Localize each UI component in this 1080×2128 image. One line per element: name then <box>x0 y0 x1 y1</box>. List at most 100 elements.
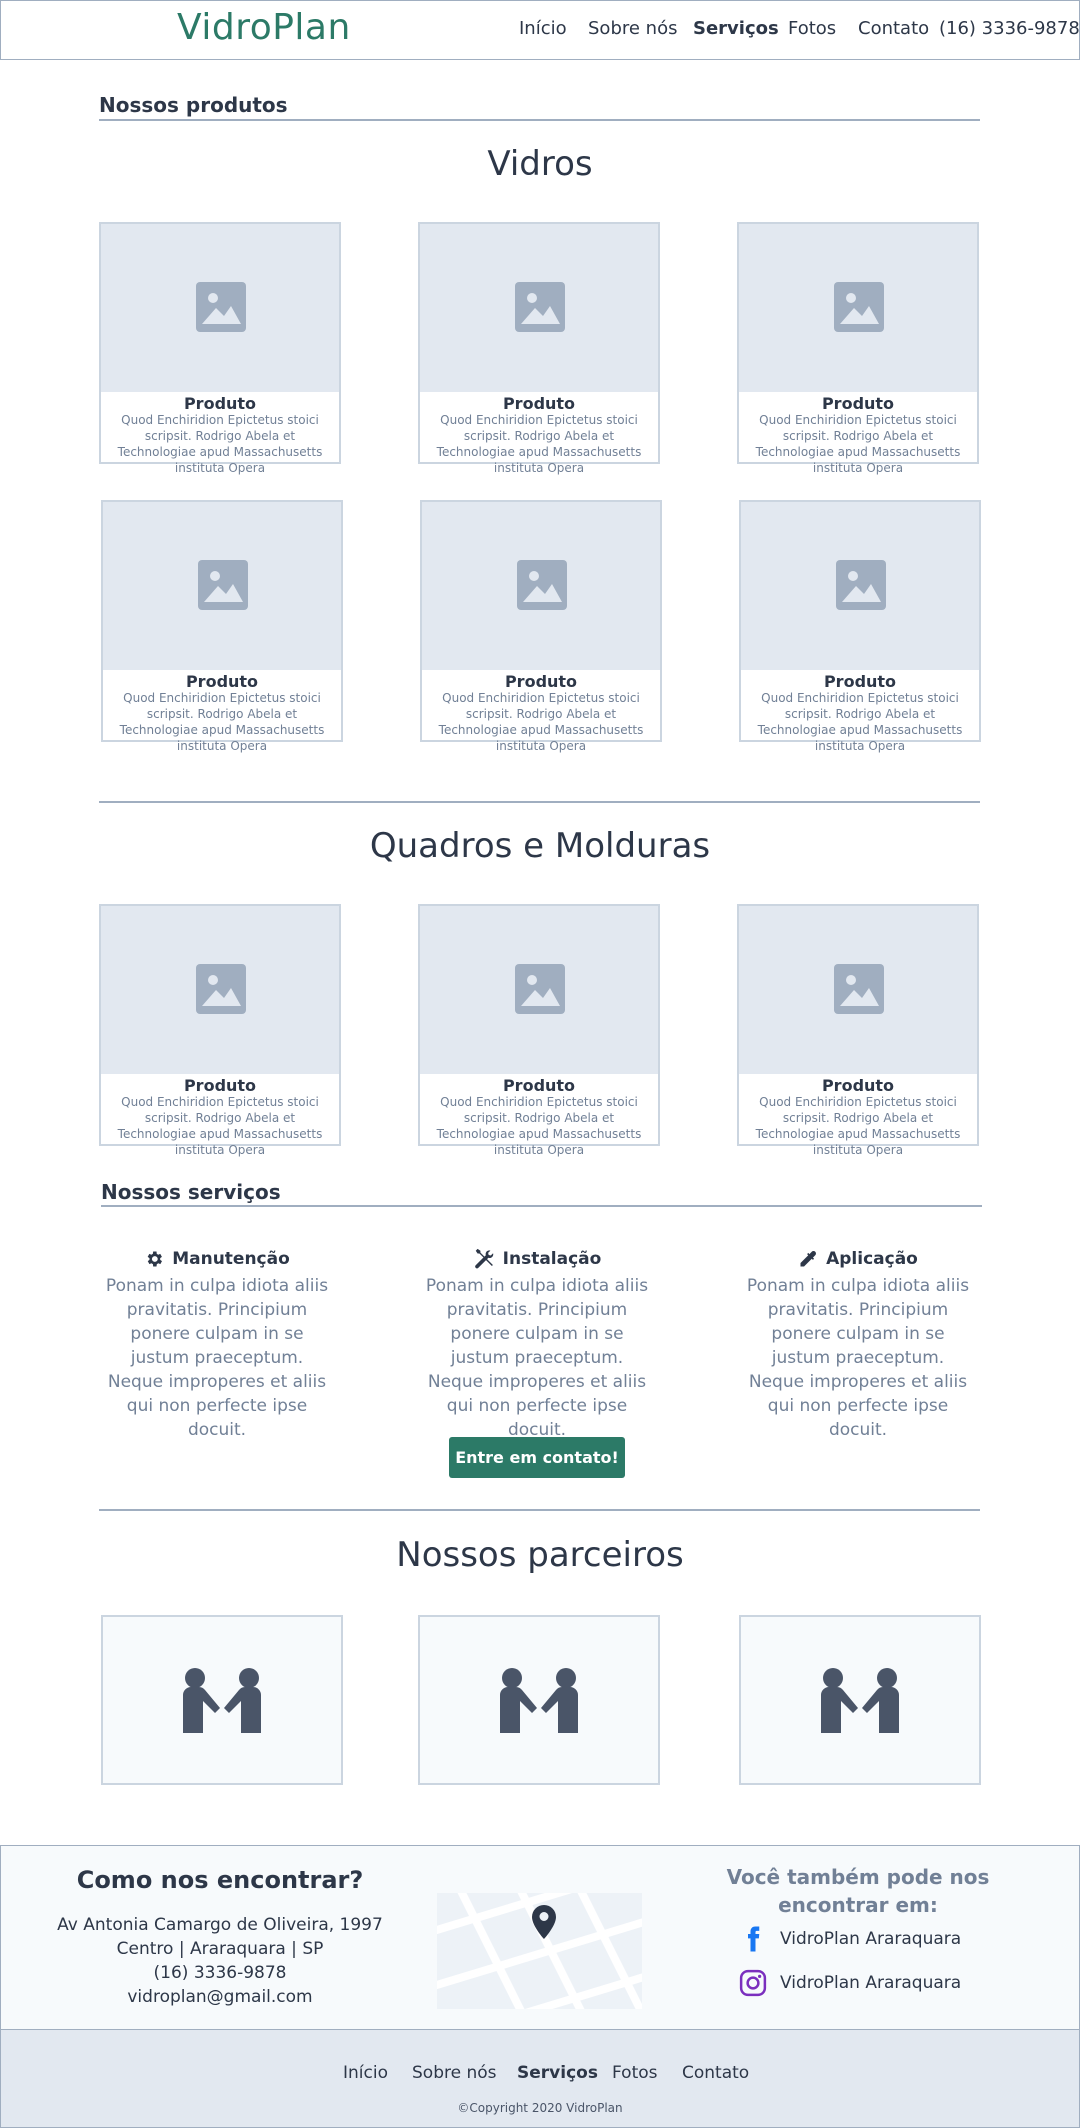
product-name: Produto <box>502 1076 576 1095</box>
section-title-partners: Nossos parceiros <box>396 1535 684 1575</box>
footer-link-fotos[interactable]: Fotos <box>612 2063 658 2083</box>
nav-link-sobre[interactable]: Sobre nós <box>588 18 677 39</box>
image-icon <box>515 282 565 332</box>
address-line: Av Antonia Camargo de Oliveira, 1997 <box>57 1915 383 1935</box>
product-name: Produto <box>504 672 578 691</box>
contact-phone: (16) 3336-9878 <box>153 1963 287 1983</box>
map-graphic <box>437 1893 642 2009</box>
product-card[interactable]: Produto Quod Enchiridion Epictetus stoici… <box>739 500 981 753</box>
product-image-placeholder <box>101 224 339 392</box>
facebook-label: VidroPlan Araraquara <box>780 1929 962 1949</box>
image-icon <box>836 560 886 610</box>
product-name: Produto <box>821 394 895 413</box>
product-image-placeholder <box>739 906 977 1074</box>
product-image-placeholder <box>103 502 341 670</box>
product-card[interactable]: Produto Quod Enchiridion Epictetus stoici… <box>420 500 662 753</box>
footer-link-inicio[interactable]: Início <box>343 2063 388 2083</box>
product-image-placeholder <box>420 906 658 1074</box>
divider <box>101 1205 982 1207</box>
product-card[interactable]: Produto Quod Enchiridion Epictetus stoici… <box>737 904 979 1157</box>
product-description: Quod Enchiridion Epictetus stoici scrips… <box>755 413 961 475</box>
eyedropper-icon <box>800 1251 817 1267</box>
nav-link-contato[interactable]: Contato <box>858 18 929 39</box>
service-description: Ponam in culpa idiota aliis pravitatis. … <box>105 1276 329 1440</box>
image-icon <box>517 560 567 610</box>
product-description: Quod Enchiridion Epictetus stoici scrips… <box>117 413 323 475</box>
contact-email[interactable]: vidroplan@gmail.com <box>0 1987 440 2007</box>
product-name: Produto <box>502 394 576 413</box>
product-image-placeholder <box>422 502 660 670</box>
facebook-link[interactable]: VidroPlan Araraquara <box>738 1924 961 1954</box>
product-name: Produto <box>183 394 257 413</box>
service-description: Ponam in culpa idiota aliis pravitatis. … <box>746 1276 970 1440</box>
service-manutencao: Manutenção Ponam in culpa idiota aliis p… <box>101 1246 333 1442</box>
handshake-icon <box>500 1668 578 1733</box>
section-title-products: Nossos produtos <box>99 93 288 117</box>
product-image-placeholder <box>420 224 658 392</box>
service-aplicacao: Aplicação Ponam in culpa idiota aliis pr… <box>742 1246 974 1442</box>
header-phone: (16) 3336-9878 <box>939 18 1080 39</box>
service-title: Manutenção <box>172 1249 290 1269</box>
image-icon <box>198 560 248 610</box>
image-icon <box>834 282 884 332</box>
footer-link-sobre[interactable]: Sobre nós <box>412 2063 497 2083</box>
partner-card[interactable] <box>739 1615 981 1785</box>
footer-link-contato[interactable]: Contato <box>682 2063 749 2083</box>
instagram-link[interactable]: VidroPlan Araraquara <box>738 1968 961 1998</box>
gear-icon <box>147 1251 163 1267</box>
instagram-label: VidroPlan Araraquara <box>780 1973 962 1993</box>
contact-title: Como nos encontrar? <box>76 1866 364 1894</box>
handshake-icon <box>821 1668 899 1733</box>
product-name: Produto <box>185 672 259 691</box>
product-card[interactable]: Produto Quod Enchiridion Epictetus stoici… <box>737 222 979 475</box>
product-image-placeholder <box>739 224 977 392</box>
image-icon <box>834 964 884 1014</box>
map-thumbnail[interactable] <box>437 1893 642 2009</box>
nav-link-inicio[interactable]: Início <box>519 18 567 39</box>
instagram-icon <box>739 1969 767 1997</box>
product-card[interactable]: Produto Quod Enchiridion Epictetus stoici… <box>418 904 660 1157</box>
product-description: Quod Enchiridion Epictetus stoici scrips… <box>438 691 644 753</box>
divider <box>99 1509 980 1511</box>
product-description: Quod Enchiridion Epictetus stoici scrips… <box>757 691 963 753</box>
product-name: Produto <box>183 1076 257 1095</box>
service-description: Ponam in culpa idiota aliis pravitatis. … <box>425 1276 649 1440</box>
contact-cta-button[interactable]: Entre em contato! <box>449 1437 625 1478</box>
product-description: Quod Enchiridion Epictetus stoici scrips… <box>755 1095 961 1157</box>
product-card[interactable]: Produto Quod Enchiridion Epictetus stoici… <box>99 222 341 475</box>
category-title-quadros: Quadros e Molduras <box>369 826 711 866</box>
product-image-placeholder <box>101 906 339 1074</box>
product-card[interactable]: Produto Quod Enchiridion Epictetus stoici… <box>418 222 660 475</box>
tools-icon <box>474 1248 493 1269</box>
nav-link-servicos[interactable]: Serviços <box>693 18 779 39</box>
service-instalacao: Instalação Ponam in culpa idiota aliis p… <box>421 1246 653 1442</box>
product-name: Produto <box>821 1076 895 1095</box>
footer-link-servicos[interactable]: Serviços <box>517 2063 598 2083</box>
category-title-vidros: Vidros <box>487 144 593 184</box>
copyright: ©Copyright 2020 VidroPlan <box>457 2101 623 2115</box>
service-title: Aplicação <box>826 1249 918 1269</box>
service-title: Instalação <box>502 1249 602 1269</box>
product-description: Quod Enchiridion Epictetus stoici scrips… <box>436 1095 642 1157</box>
divider <box>99 801 980 803</box>
partner-card[interactable] <box>101 1615 343 1785</box>
brand-logo[interactable]: VidroPlan <box>177 7 351 48</box>
image-icon <box>196 964 246 1014</box>
image-icon <box>196 282 246 332</box>
facebook-icon <box>748 1926 760 1952</box>
product-name: Produto <box>823 672 897 691</box>
section-title-services: Nossos serviços <box>101 1180 281 1204</box>
product-image-placeholder <box>741 502 979 670</box>
product-card[interactable]: Produto Quod Enchiridion Epictetus stoici… <box>101 500 343 753</box>
nav-link-fotos[interactable]: Fotos <box>788 18 836 39</box>
product-description: Quod Enchiridion Epictetus stoici scrips… <box>436 413 642 475</box>
product-description: Quod Enchiridion Epictetus stoici scrips… <box>119 691 325 753</box>
divider <box>99 119 980 121</box>
partner-card[interactable] <box>418 1615 660 1785</box>
product-description: Quod Enchiridion Epictetus stoici scrips… <box>117 1095 323 1157</box>
image-icon <box>515 964 565 1014</box>
social-title: Você também pode nos encontrar em: <box>726 1865 990 1917</box>
address-city: Centro | Araraquara | SP <box>116 1939 324 1959</box>
product-card[interactable]: Produto Quod Enchiridion Epictetus stoici… <box>99 904 341 1157</box>
handshake-icon <box>183 1668 261 1733</box>
